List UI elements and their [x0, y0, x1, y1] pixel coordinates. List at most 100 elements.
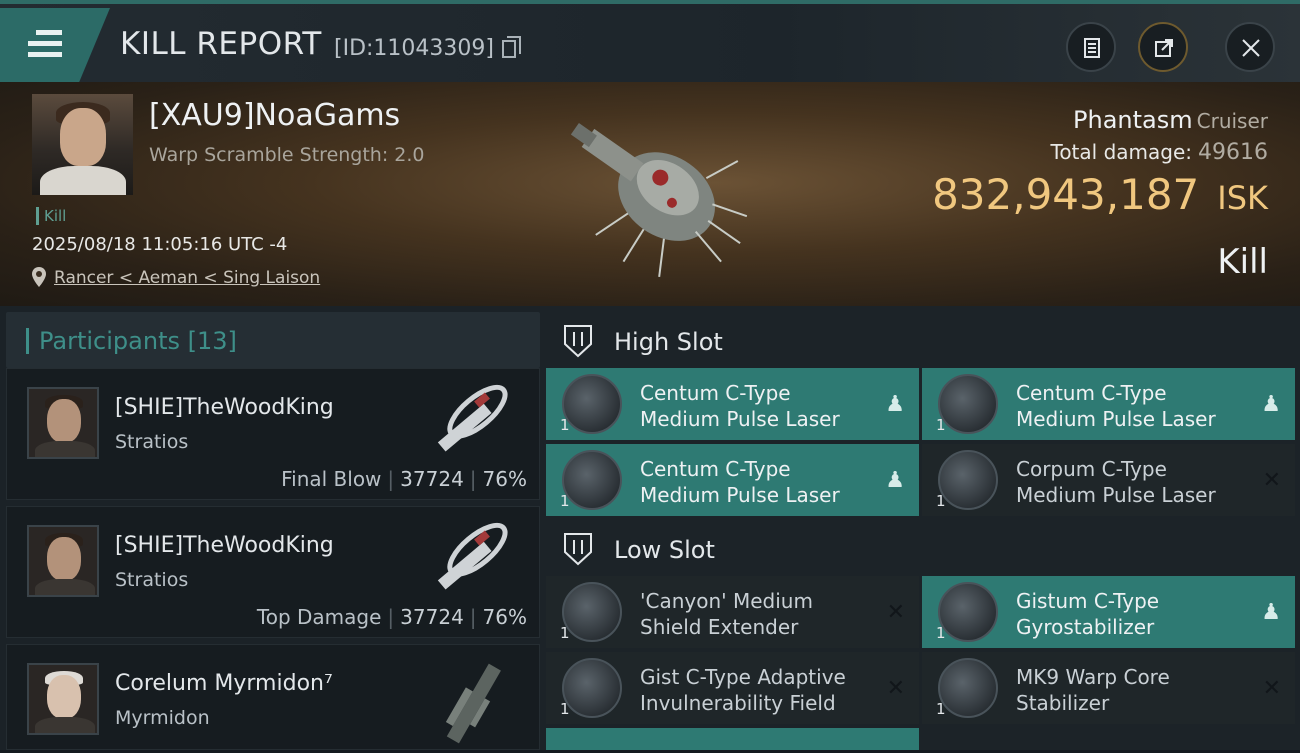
module-name: Corpum C-Type Medium Pulse Laser — [1016, 457, 1216, 507]
pulse-laser-icon — [938, 450, 998, 510]
module-item[interactable]: 1 Corpum C-Type Medium Pulse Laser ✕ — [922, 444, 1295, 516]
module-item[interactable]: 1 Centum C-Type Medium Pulse Laser ♟ — [546, 444, 919, 516]
participant-ship-image — [445, 663, 501, 744]
participant-damage: 37724 — [400, 605, 464, 629]
victim-portrait[interactable] — [32, 94, 133, 195]
participant-ship-image — [437, 384, 508, 452]
module-qty: 1 — [560, 416, 570, 434]
module-name: 'Canyon' Medium Shield Extender — [640, 589, 813, 639]
x-icon: ✕ — [886, 600, 905, 625]
pulse-laser-icon — [938, 374, 998, 434]
share-button[interactable] — [1138, 22, 1188, 72]
page-title: KILL REPORT — [120, 26, 322, 62]
x-icon: ✕ — [886, 676, 905, 701]
module-name: Gist C-Type Adaptive Invulnerability Fiel… — [640, 665, 846, 715]
high-slot-header: High Slot — [540, 310, 1300, 372]
low-slot-icon — [564, 533, 592, 566]
module-name: MK9 Warp Core Stabilizer — [1016, 665, 1170, 715]
participant-name: [SHIE]TheWoodKing — [115, 533, 334, 558]
gyrostabilizer-icon — [938, 582, 998, 642]
isk-unit: ISK — [1217, 179, 1268, 217]
clipboard-button[interactable] — [1066, 22, 1116, 72]
victim-ship-image[interactable] — [540, 92, 780, 292]
shield-extender-icon — [562, 582, 622, 642]
module-item[interactable]: 1 MK9 Warp Core Stabilizer ✕ — [922, 652, 1295, 724]
participants-count: [13] — [187, 327, 237, 355]
participants-header: Participants [13] — [6, 312, 540, 368]
pulse-laser-icon — [562, 450, 622, 510]
isk-amount: 832,943,187 — [932, 170, 1200, 219]
x-icon: ✕ — [1262, 468, 1281, 493]
participant-portrait — [27, 663, 99, 735]
module-name: Centum C-Type Medium Pulse Laser — [640, 457, 840, 507]
ship-name: Phantasm — [1073, 106, 1193, 134]
fitting-panel: High Slot 1 Centum C-Type Medium Pulse La… — [540, 306, 1300, 750]
warp-core-stabilizer-icon — [938, 658, 998, 718]
total-damage-label: Total damage: — [1050, 140, 1193, 164]
clipboard-icon — [1084, 38, 1100, 58]
participant-card[interactable]: Corelum Myrmidon⁷ Myrmidon — [6, 644, 540, 750]
module-name: Gistum C-Type Gyrostabilizer — [1016, 589, 1160, 639]
participant-role: Top Damage — [256, 605, 382, 629]
module-qty: 1 — [936, 416, 946, 434]
module-item[interactable]: 1 'Canyon' Medium Shield Extender ✕ — [546, 576, 919, 648]
module-qty: 1 — [560, 624, 570, 642]
participant-role: Final Blow — [281, 467, 382, 491]
participant-portrait — [27, 525, 99, 597]
share-icon — [1155, 39, 1173, 57]
participant-damage: 37724 — [400, 467, 464, 491]
participant-ship: Stratios — [115, 431, 189, 453]
participant-card[interactable]: [SHIE]TheWoodKing Stratios Top Damage | 37… — [6, 506, 540, 638]
victim-ship[interactable]: Phantasm Cruiser — [1073, 106, 1268, 134]
kill-result: Kill — [1217, 242, 1268, 282]
module-qty: 1 — [560, 492, 570, 510]
total-damage-value: 49616 — [1198, 140, 1268, 165]
participant-ship: Stratios — [115, 569, 189, 591]
location-link[interactable]: Rancer < Aeman < Sing Laison — [54, 268, 320, 288]
close-button[interactable] — [1225, 22, 1275, 72]
participants-label: Participants [13] — [26, 328, 237, 354]
module-item[interactable]: 1 Centum C-Type Medium Pulse Laser ♟ — [546, 368, 919, 440]
module-item[interactable]: 1 Gist C-Type Adaptive Invulnerability Fi… — [546, 652, 919, 724]
module-item-partial[interactable] — [546, 728, 919, 750]
participant-name: Corelum Myrmidon⁷ — [115, 671, 333, 696]
close-icon — [1242, 39, 1260, 57]
menu-button[interactable] — [0, 8, 110, 82]
low-slot-header: Low Slot — [540, 518, 1300, 580]
participant-card[interactable]: [SHIE]TheWoodKing Stratios Final Blow | 37… — [6, 368, 540, 500]
copy-icon[interactable] — [502, 36, 521, 58]
participant-stats: Final Blow | 37724 | 76% — [281, 467, 527, 491]
participant-percent: 76% — [482, 605, 527, 629]
warp-scramble-strength: Warp Scramble Strength: 2.0 — [149, 144, 425, 166]
victim-name[interactable]: [XAU9]NoaGams — [149, 98, 400, 133]
module-name: Centum C-Type Medium Pulse Laser — [640, 381, 840, 431]
participant-ship-image — [437, 522, 508, 590]
person-icon: ♟ — [885, 392, 905, 417]
x-icon: ✕ — [1262, 676, 1281, 701]
module-qty: 1 — [936, 492, 946, 510]
high-slot-icon — [564, 325, 592, 358]
person-icon: ♟ — [885, 468, 905, 493]
module-qty: 1 — [936, 624, 946, 642]
participants-panel: Participants [13] [SHIE]TheWoodKing Stra… — [0, 306, 540, 750]
kill-tag: Kill — [36, 207, 66, 225]
module-qty: 1 — [936, 700, 946, 718]
module-qty: 1 — [560, 700, 570, 718]
participant-percent: 76% — [482, 467, 527, 491]
top-bar: KILL REPORT [ID:11043309] — [0, 0, 1300, 82]
invulnerability-field-icon — [562, 658, 622, 718]
victim-banner: [XAU9]NoaGams Warp Scramble Strength: 2.… — [0, 82, 1300, 306]
pulse-laser-icon — [562, 374, 622, 434]
person-icon: ♟ — [1261, 392, 1281, 417]
hamburger-icon — [28, 30, 62, 63]
module-item[interactable]: 1 Centum C-Type Medium Pulse Laser ♟ — [922, 368, 1295, 440]
location-pin-icon — [32, 267, 46, 287]
total-damage: Total damage: 49616 — [1051, 140, 1269, 165]
participant-ship: Myrmidon — [115, 707, 210, 729]
module-item[interactable]: 1 Gistum C-Type Gyrostabilizer ♟ — [922, 576, 1295, 648]
ship-class: Cruiser — [1196, 109, 1268, 133]
kill-datetime: 2025/08/18 11:05:16 UTC -4 — [32, 234, 288, 255]
low-slot-label: Low Slot — [614, 536, 715, 564]
isk-value: 832,943,187 ISK — [932, 170, 1268, 219]
participant-name: [SHIE]TheWoodKing — [115, 395, 334, 420]
